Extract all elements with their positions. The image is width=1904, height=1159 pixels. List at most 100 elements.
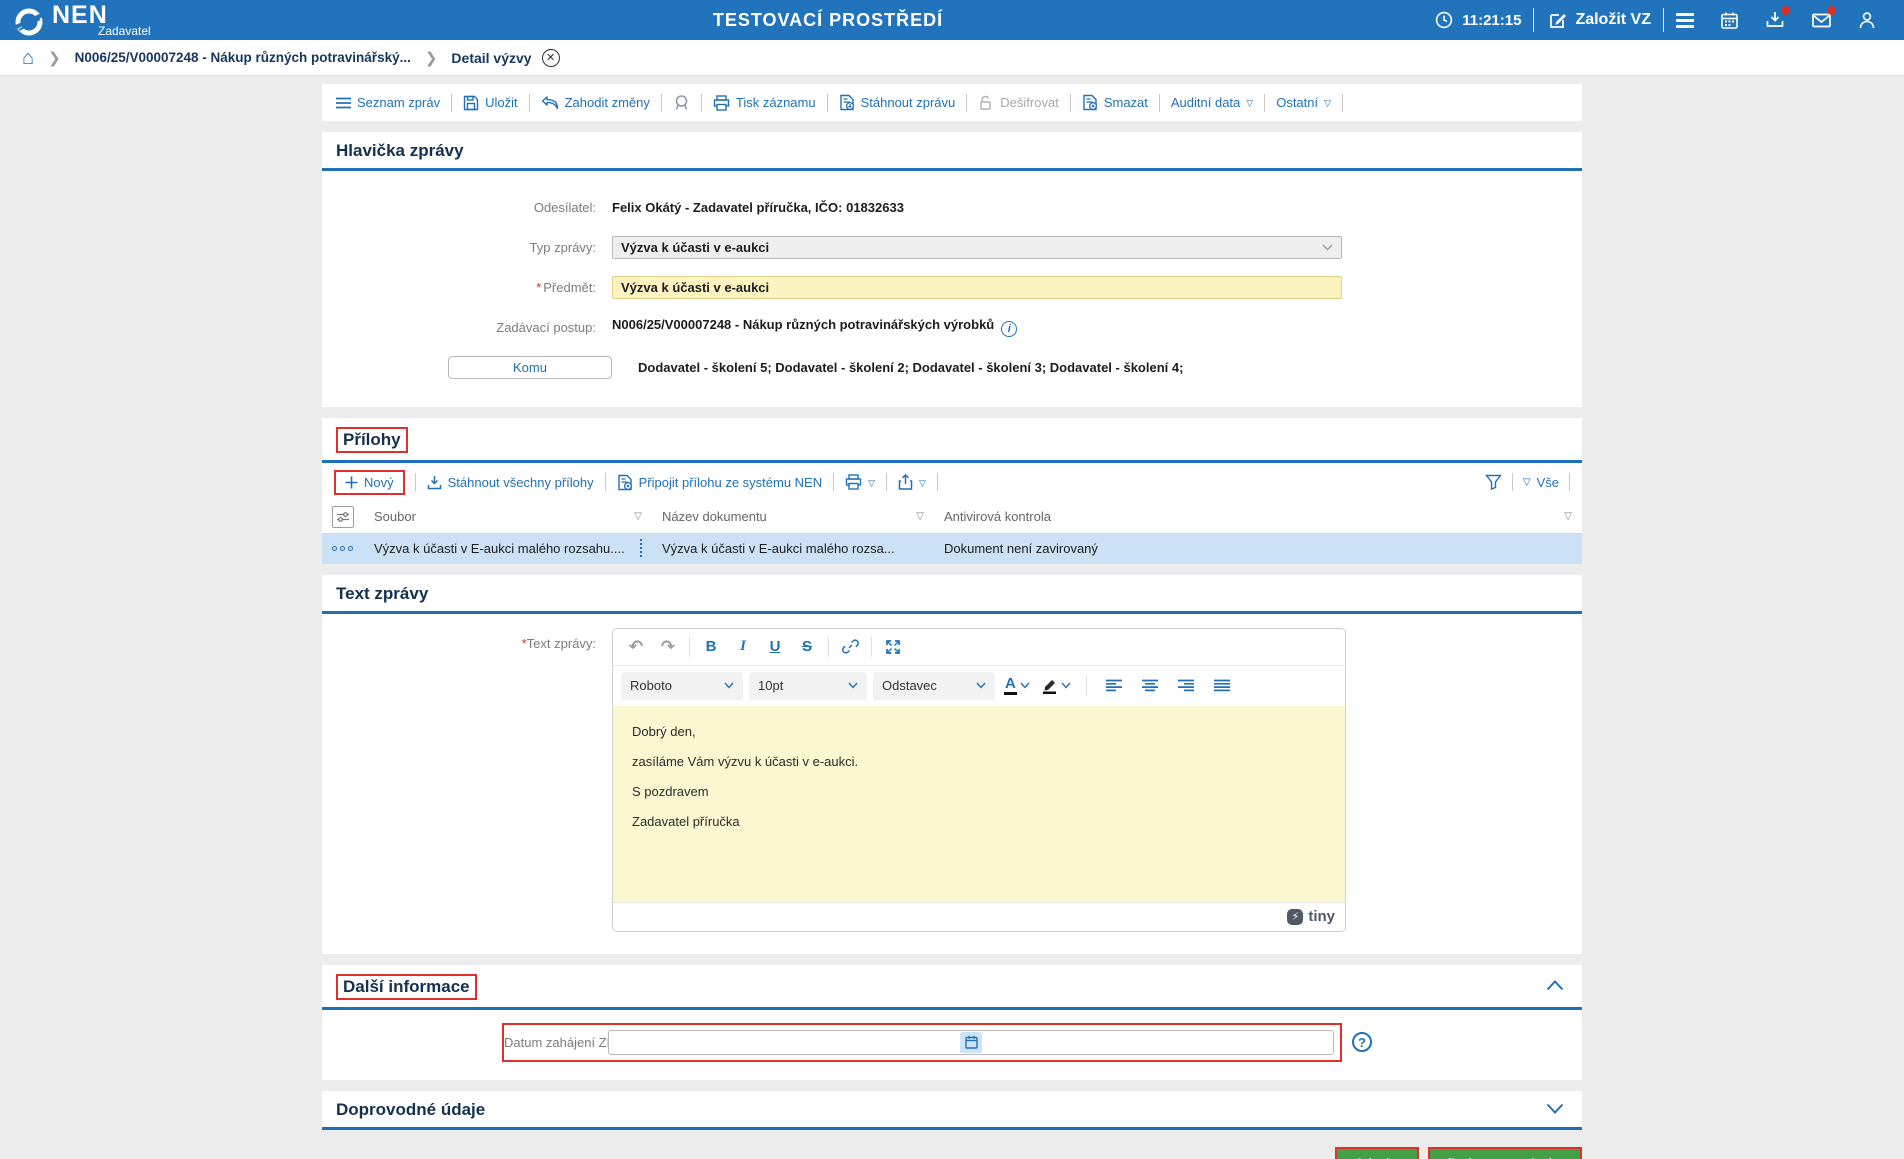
- tiny-brand[interactable]: tiny: [1308, 908, 1335, 925]
- help-icon[interactable]: ?: [1352, 1032, 1372, 1052]
- section-title: Další informace: [336, 973, 477, 1000]
- calendar-button[interactable]: [1706, 0, 1752, 40]
- align-center-icon: [1141, 679, 1158, 692]
- home-icon[interactable]: ⌂: [22, 48, 34, 68]
- message-type-select[interactable]: Výzva k účasti v e-aukci: [612, 235, 1342, 259]
- start-date-label: Datum zahájení ZP:: [504, 1034, 619, 1050]
- justify-icon: [1213, 679, 1230, 692]
- procedure-label: Zadávací postup:: [496, 319, 596, 335]
- printer-icon: [845, 474, 862, 490]
- block-format-select[interactable]: Odstavec: [873, 671, 995, 700]
- text-color-icon: A: [1004, 675, 1017, 696]
- collapse-section-button[interactable]: [1542, 977, 1568, 996]
- redo-button[interactable]: ↷: [653, 633, 683, 661]
- font-size-select[interactable]: 10pt: [749, 671, 867, 700]
- column-header-antivirus[interactable]: Antivirová kontrola ▽: [934, 501, 1582, 534]
- subject-label: * Předmět:: [536, 279, 596, 295]
- user-profile-button[interactable]: [1844, 0, 1890, 40]
- dropdown-triangle-icon: ▽: [1246, 98, 1254, 108]
- main-menu-button[interactable]: [1664, 0, 1706, 40]
- align-left-icon: [1105, 679, 1122, 692]
- underline-button[interactable]: U: [760, 633, 790, 661]
- document-attach-icon: [617, 474, 632, 490]
- align-right-button[interactable]: [1171, 672, 1201, 700]
- nen-logo-icon: [15, 8, 43, 36]
- person-icon: [1856, 9, 1878, 31]
- table-settings-header[interactable]: [322, 501, 364, 534]
- audit-data-menu[interactable]: Auditní data ▽: [1160, 95, 1264, 110]
- align-center-button[interactable]: [1135, 672, 1165, 700]
- column-header-file[interactable]: Soubor ▽: [364, 501, 652, 534]
- save-button[interactable]: Uložit: [452, 95, 529, 111]
- undo-button[interactable]: ↶: [621, 633, 651, 661]
- other-menu[interactable]: Ostatní ▽: [1265, 95, 1342, 110]
- environment-title: TESTOVACÍ PROSTŘEDÍ: [712, 9, 944, 30]
- attachment-file-cell[interactable]: Výzva k účasti v E-aukci malého rozsahu.…: [364, 533, 652, 564]
- attachment-row[interactable]: Výzva k účasti v E-aukci malého rozsahu.…: [322, 533, 1582, 564]
- dropdown-triangle-icon: ▽: [1522, 476, 1531, 488]
- filter-triangle-icon[interactable]: ▽: [634, 511, 642, 522]
- editor-content[interactable]: Dobrý den, zasíláme Vám výzvu k účasti v…: [613, 705, 1345, 902]
- clock-icon: [1433, 9, 1455, 31]
- link-button[interactable]: [835, 633, 865, 661]
- info-icon[interactable]: i: [1001, 321, 1018, 337]
- expand-section-button[interactable]: [1542, 1100, 1568, 1119]
- attachment-document-cell[interactable]: Výzva k účasti v E-aukci malého rozsa...: [652, 533, 934, 564]
- delete-button[interactable]: Smazat: [1071, 94, 1159, 111]
- notification-button[interactable]: [662, 94, 701, 111]
- italic-button[interactable]: I: [728, 633, 758, 661]
- column-header-document[interactable]: Název dokumentu ▽: [652, 501, 934, 534]
- fullscreen-button[interactable]: [878, 633, 908, 661]
- edit-icon: [1546, 9, 1568, 31]
- nen-logo[interactable]: NEN Zadavatel: [14, 3, 151, 37]
- downloads-button[interactable]: [1752, 0, 1798, 40]
- row-menu-button[interactable]: [322, 533, 364, 564]
- align-right-icon: [1177, 679, 1194, 692]
- text-color-button[interactable]: A: [1001, 675, 1033, 696]
- dropdown-triangle-icon: ▽: [1324, 98, 1332, 108]
- filter-icon[interactable]: [1484, 474, 1502, 490]
- print-record-button[interactable]: Tisk záznamu: [702, 94, 827, 111]
- breadcrumb-procedure[interactable]: N006/25/V00007248 - Nákup různých potrav…: [75, 50, 411, 65]
- send-button[interactable]: Odeslat: [1334, 1146, 1420, 1159]
- attachments-section: Přílohy Nový Stáhnout všechny přílohy Př…: [322, 418, 1582, 564]
- align-left-button[interactable]: [1099, 672, 1129, 700]
- font-family-select[interactable]: Roboto: [621, 671, 743, 700]
- tiny-logo-icon: ⚡: [1287, 908, 1304, 925]
- downloads-badge: [1781, 6, 1790, 15]
- highlight-color-button[interactable]: [1039, 677, 1074, 694]
- sign-and-send-button[interactable]: Podepsat a odeslat: [1428, 1146, 1582, 1159]
- message-header-section: Hlavička zprávy Odesílatel: Felix Okátý …: [322, 132, 1582, 407]
- subject-input[interactable]: Výzva k účasti v e-aukci: [612, 275, 1342, 299]
- export-attachments-menu[interactable]: ▽: [887, 474, 937, 490]
- print-attachments-menu[interactable]: ▽: [834, 474, 886, 490]
- justify-button[interactable]: [1207, 672, 1237, 700]
- download-message-button[interactable]: Stáhnout zprávu: [828, 94, 967, 111]
- new-attachment-button[interactable]: Nový: [334, 469, 405, 495]
- column-settings-icon: [337, 511, 349, 522]
- date-picker-button[interactable]: [960, 1031, 982, 1053]
- filter-triangle-icon[interactable]: ▽: [1564, 511, 1572, 522]
- close-tab-icon[interactable]: ✕: [541, 48, 560, 67]
- create-tender-button[interactable]: Založit VZ: [1534, 0, 1663, 40]
- mail-icon: [1810, 6, 1836, 31]
- message-text-label: *Text zprávy:: [521, 635, 596, 651]
- create-tender-label: Založit VZ: [1575, 11, 1651, 28]
- chevron-right-icon: ❯: [424, 49, 438, 67]
- strikethrough-button[interactable]: S: [792, 633, 822, 661]
- start-date-input[interactable]: [608, 1029, 1334, 1055]
- attach-from-nen-button[interactable]: Připojit přílohu ze systému NEN: [606, 474, 834, 491]
- message-list-button[interactable]: Seznam zpráv: [334, 95, 451, 110]
- date-field-highlight: Datum zahájení ZP:: [502, 1022, 1342, 1062]
- discard-changes-button[interactable]: Zahodit změny: [530, 95, 661, 110]
- filter-triangle-icon[interactable]: ▽: [916, 511, 924, 522]
- message-type-label: Typ zprávy:: [529, 239, 596, 255]
- messages-button[interactable]: [1798, 0, 1844, 40]
- download-all-attachments-button[interactable]: Stáhnout všechny přílohy: [416, 475, 605, 490]
- bold-button[interactable]: B: [696, 633, 726, 661]
- chevron-down-icon: [724, 682, 734, 689]
- filter-all-select[interactable]: ▽ Vše: [1523, 475, 1559, 490]
- recipients-button[interactable]: Komu: [448, 355, 612, 379]
- attachment-antivirus-cell[interactable]: Dokument není zavirovaný: [934, 533, 1582, 564]
- column-resize-handle[interactable]: [640, 539, 642, 557]
